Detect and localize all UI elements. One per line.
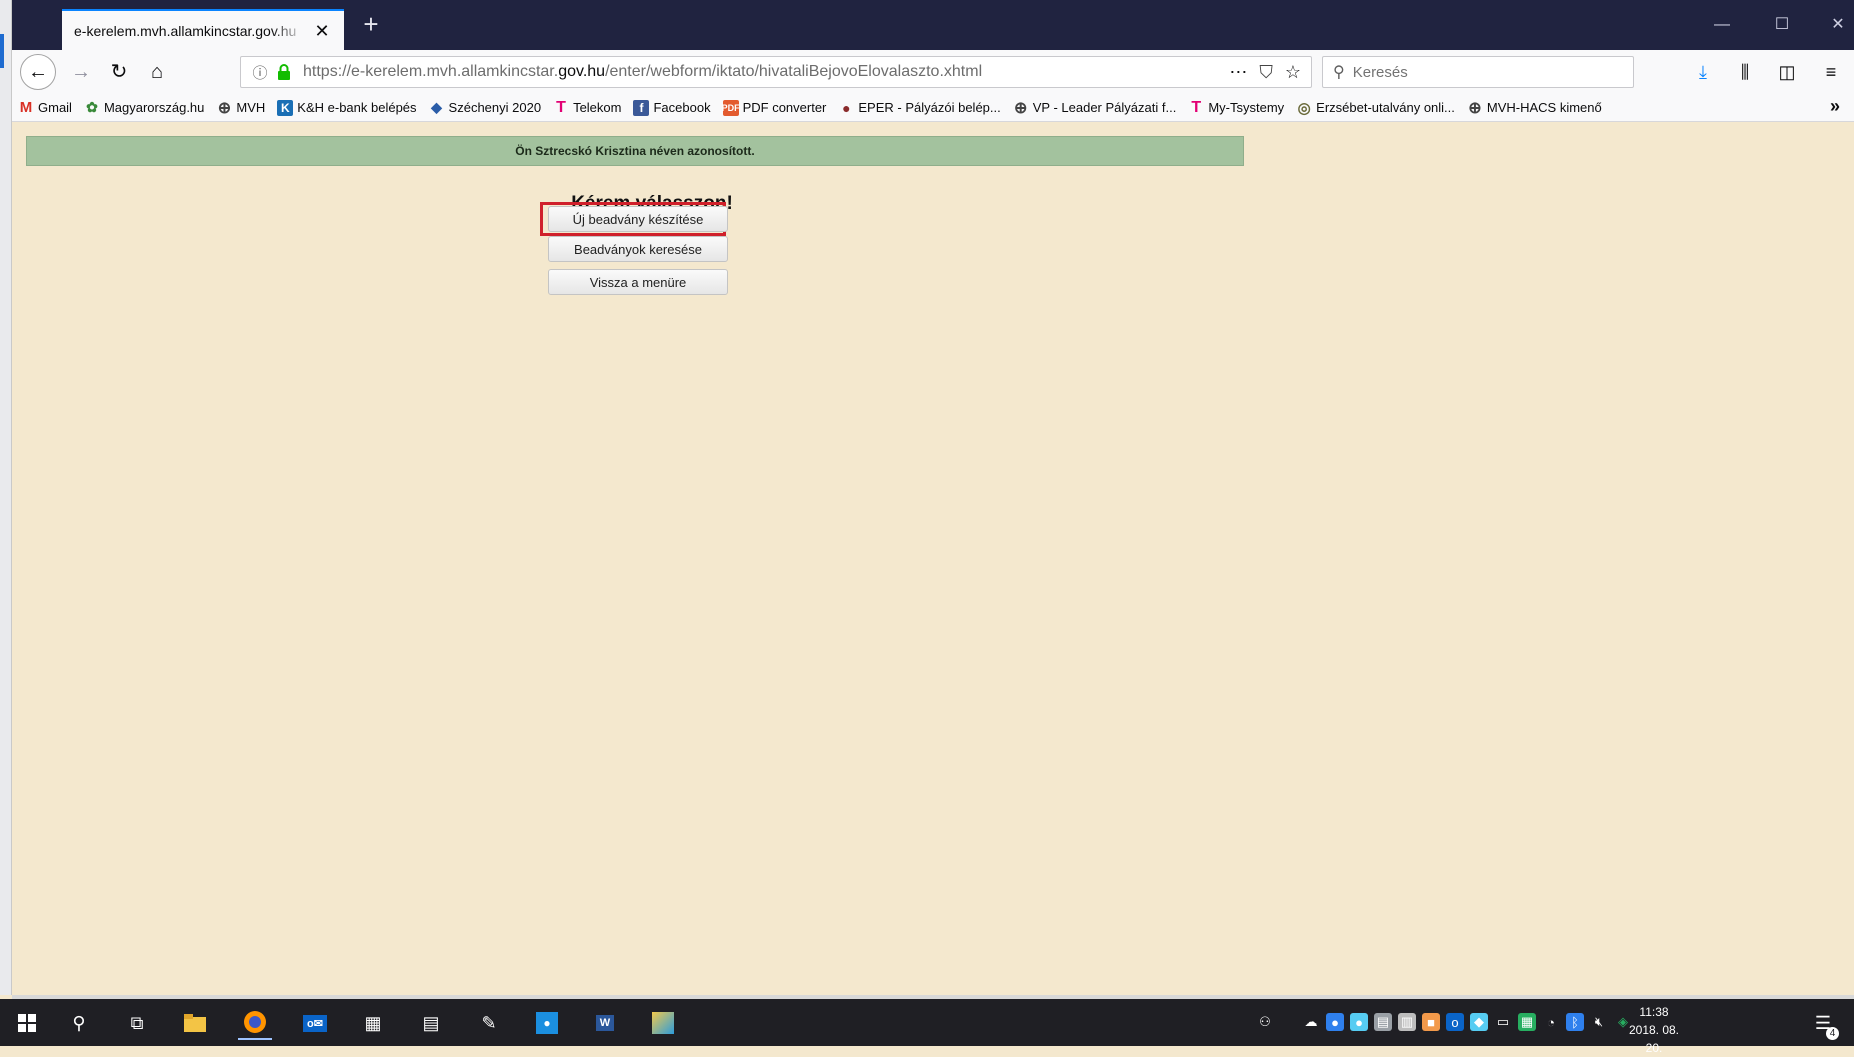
clock-date: 2018. 08. 20. [1628,1023,1680,1055]
tab-title: e-kerelem.mvh.allamkincstar.gov.hu [74,22,297,39]
search-icon: ⚲ [1333,64,1345,81]
sidebar-icon[interactable]: ◫ [1772,57,1802,87]
tab-bar: e-kerelem.mvh.allamkincstar.gov.hu ✕ + —… [12,0,1854,50]
szechenyi-icon: ◆ [431,99,442,115]
bookmark-mvh[interactable]: ⊕ MVH [216,99,266,117]
search-submissions-button[interactable]: Beadványok keresése [548,236,728,262]
download-icon[interactable]: ⤓ [1688,57,1718,87]
new-submission-button[interactable]: Új beadvány készítése [548,206,728,232]
notes-app-icon[interactable] [646,1006,680,1040]
menu-icon[interactable]: ≡ [1816,57,1846,87]
globe-icon: ⊕ [217,99,232,117]
windows-start-icon[interactable] [10,1006,44,1040]
library-icon[interactable]: ⫼ [1730,57,1760,87]
tab-close-icon[interactable]: ✕ [312,21,332,41]
page-content: Ön Sztrecskó Krisztina néven azonosított… [12,123,1854,995]
bookmark-my-tsystemy[interactable]: T My-Tsystemy [1188,98,1284,116]
search-placeholder: Keresés [1352,63,1408,81]
tray-app-icon[interactable]: ▥ [1398,1013,1416,1031]
paint-icon[interactable]: ✎ [472,1006,506,1040]
tray-app-icon[interactable]: ▤ [1374,1013,1392,1031]
word-icon[interactable]: W [588,1006,622,1040]
onedrive-icon[interactable]: ☁ [1302,1013,1320,1031]
bookmark-kh-bank[interactable]: K K&H e-bank belépés [277,99,417,116]
volume-muted-icon[interactable]: 🔇︎ [1590,1013,1608,1031]
telekom-icon: T [556,98,566,116]
battery-icon[interactable]: ▭ [1494,1013,1512,1031]
lock-icon[interactable] [273,64,295,80]
globe-icon: ⊕ [1014,99,1028,117]
bookmark-gmail[interactable]: M Gmail [18,99,72,116]
tray-app-icon[interactable]: ■ [1422,1013,1440,1031]
wifi-icon[interactable]: ◔ [1542,1013,1560,1031]
page-actions-icon[interactable]: ⋯ [1229,62,1247,83]
bookmark-telekom[interactable]: T Telekom [553,98,621,116]
notifications-icon[interactable]: ☰ 4 [1806,1006,1840,1040]
bookmark-eper[interactable]: ● EPER - Pályázói belép... [838,99,1001,116]
people-icon[interactable]: ⚇ [1256,1013,1274,1031]
tray-app-icon[interactable]: ● [1326,1013,1344,1031]
bookmark-pdf-converter[interactable]: PDF PDF converter [722,99,826,116]
task-view-icon[interactable]: ⧉ [120,1006,154,1040]
windows-taskbar: ⚲ ⧉ o✉ ▦ ▤ ✎ ● W ⚇ ☁ ● ● ▤ ▥ ■ o ◆ ▭ ▦ ◔… [0,999,1854,1055]
firefox-icon[interactable] [238,1006,272,1040]
system-clock[interactable]: 11:38 2018. 08. 20. [1620,1003,1688,1057]
active-tab[interactable]: e-kerelem.mvh.allamkincstar.gov.hu ✕ [62,9,344,50]
file-explorer-icon[interactable] [178,1006,212,1040]
close-window-icon[interactable]: ✕ [1818,10,1854,40]
home-icon[interactable]: ⌂ [142,57,172,87]
bookmark-mvh-hacs[interactable]: ⊕ MVH-HACS kimenő [1467,99,1602,117]
calculator-icon[interactable]: ▦ [356,1006,390,1040]
bookmark-star-icon[interactable]: ☆ [1285,62,1301,83]
maximize-icon[interactable]: ☐ [1762,10,1802,40]
bookmark-vp-leader[interactable]: ⊕ VP - Leader Pályázati f... [1013,99,1176,117]
url-bar[interactable]: ⓘ https://e-kerelem.mvh.allamkincstar.go… [240,56,1312,88]
eper-icon: ● [842,99,851,116]
tray-app-icon[interactable]: ● [1350,1013,1368,1031]
identity-notice: Ön Sztrecskó Krisztina néven azonosított… [26,136,1244,166]
bookmark-magyarorszag[interactable]: ✿ Magyarország.hu [84,99,204,116]
clock-time: 11:38 [1639,1005,1669,1019]
navigation-toolbar: ← → ↻ ⌂ ⓘ https://e-kerelem.mvh.allamkin… [12,50,1854,94]
bluetooth-icon[interactable]: ᛒ [1566,1013,1584,1031]
telekom-icon: T [1191,98,1202,116]
calendar-icon[interactable]: ▤ [414,1006,448,1040]
bookmark-facebook[interactable]: f Facebook [633,99,711,116]
minimize-icon[interactable]: — [1702,10,1742,40]
bookmark-szechenyi[interactable]: ◆ Széchenyi 2020 [429,99,541,116]
background-window-edge [0,0,12,995]
outlook-tray-icon[interactable]: o [1446,1013,1464,1031]
new-tab-button[interactable]: + [358,11,384,38]
bookmarks-toolbar: M Gmail ✿ Magyarország.hu ⊕ MVH K K&H e-bank… [12,94,1854,122]
browser-window: e-kerelem.mvh.allamkincstar.gov.hu ✕ + —… [0,0,1854,1055]
messenger-icon[interactable]: ● [530,1006,564,1040]
pocket-icon[interactable]: ⛉ [1259,62,1273,83]
search-field[interactable]: ⚲ Keresés [1322,56,1634,88]
back-arrow-icon[interactable]: ← [20,54,56,90]
back-to-menu-button[interactable]: Vissza a menüre [548,269,728,295]
gmail-icon: M [19,99,33,116]
forward-arrow-icon[interactable]: → [66,57,96,87]
bookmark-erzsebet[interactable]: ◎ Erzsébet-utalvány onli... [1296,99,1455,117]
magyarorszag-icon: ✿ [86,99,98,115]
search-icon[interactable]: ⚲ [62,1006,96,1040]
reload-icon[interactable]: ↻ [104,57,134,87]
bookmarks-overflow-icon[interactable]: » [1830,96,1840,117]
facebook-icon: f [633,99,650,116]
url-text: https://e-kerelem.mvh.allamkincstar.gov.… [303,63,983,80]
notification-count: 4 [1826,1026,1840,1040]
pdf-converter-icon: PDF [722,99,740,116]
tray-app-icon[interactable]: ▦ [1518,1013,1536,1031]
outlook-icon[interactable]: o✉ [298,1006,332,1040]
tray-app-icon[interactable]: ◆ [1470,1013,1488,1031]
globe-icon: ⊕ [1468,99,1482,117]
kh-bank-icon: K [277,99,294,116]
info-icon[interactable]: ⓘ [247,62,273,83]
erzsebet-icon: ◎ [1297,99,1311,117]
